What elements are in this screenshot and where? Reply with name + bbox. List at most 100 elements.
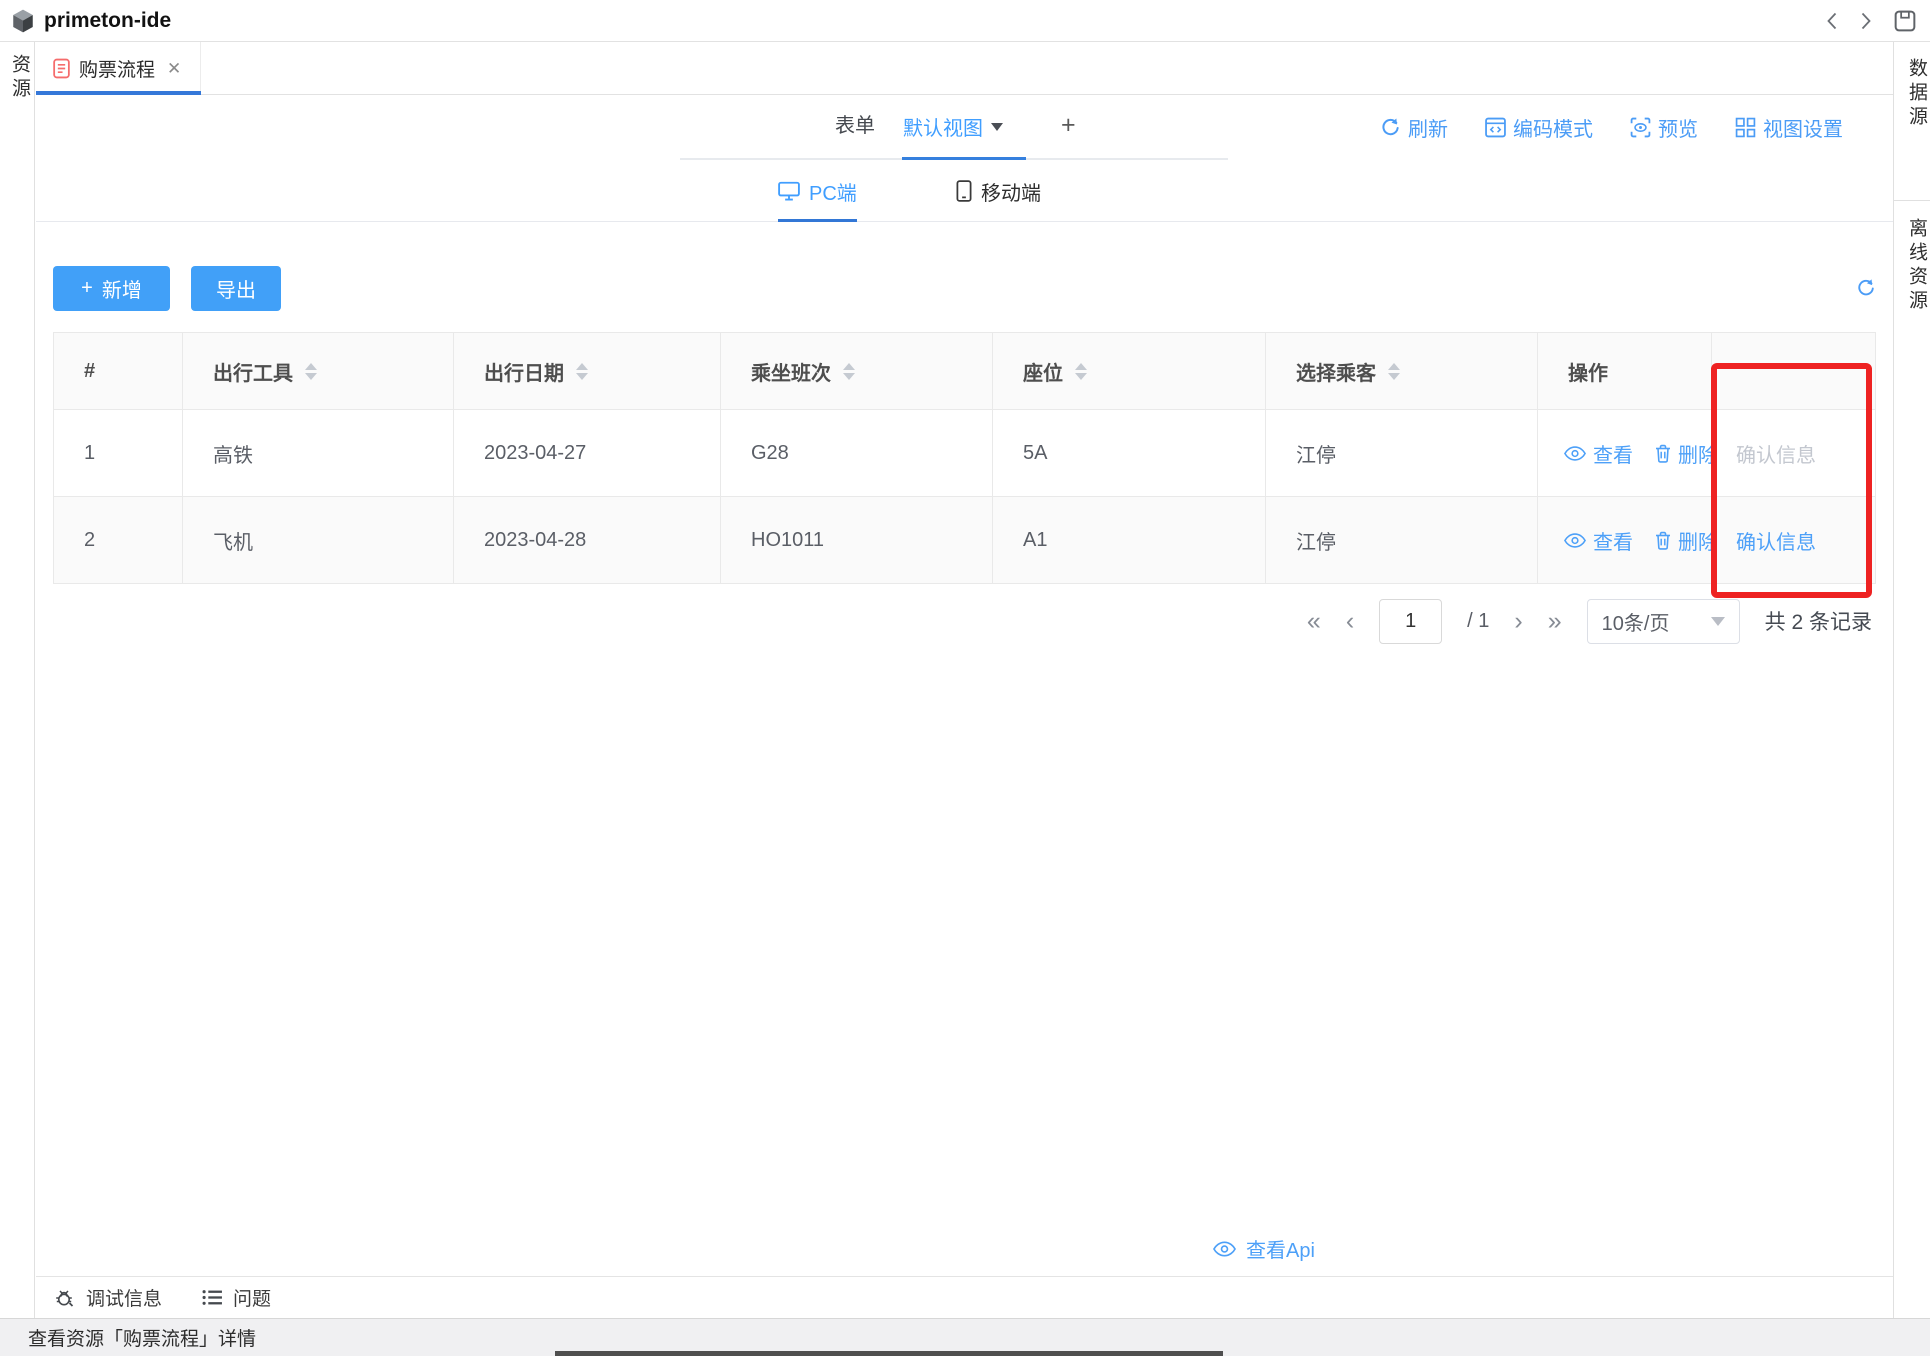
trash-icon xyxy=(1655,531,1671,550)
column-header-train-no[interactable]: 乘坐班次 xyxy=(721,333,993,410)
column-label: 出行工具 xyxy=(213,357,293,386)
export-button[interactable]: 导出 xyxy=(191,266,281,311)
view-link[interactable]: 查看 xyxy=(1564,439,1633,468)
confirm-info-link[interactable]: 确认信息 xyxy=(1736,526,1816,555)
table-row: 1 高铁 2023-04-27 G28 5A 江停 查看 xyxy=(54,410,1876,497)
preview-label: 预览 xyxy=(1658,113,1698,142)
first-page-icon[interactable]: « xyxy=(1307,598,1321,644)
problems-button[interactable]: 问题 xyxy=(202,1284,271,1311)
chevron-down-icon xyxy=(991,123,1003,131)
cell-train-no: G28 xyxy=(721,410,993,497)
primeton-logo-icon xyxy=(10,8,36,34)
tab-mobile-label: 移动端 xyxy=(981,177,1041,206)
monitor-icon xyxy=(778,181,800,201)
column-label: 出行日期 xyxy=(484,357,564,386)
refresh-button[interactable]: 刷新 xyxy=(1380,113,1448,142)
bottom-panel: 调试信息 问题 xyxy=(36,1276,1893,1318)
column-header-index: # xyxy=(54,333,183,410)
view-settings-button[interactable]: 视图设置 xyxy=(1735,113,1843,142)
problems-label: 问题 xyxy=(233,1284,271,1311)
code-mode-button[interactable]: 编码模式 xyxy=(1485,113,1593,142)
code-mode-icon xyxy=(1485,117,1506,138)
view-api-link[interactable]: 查看Api xyxy=(1213,1234,1315,1263)
add-view-button[interactable]: + xyxy=(1061,95,1076,158)
refresh-icon xyxy=(1856,278,1876,298)
view-api-label: 查看Api xyxy=(1246,1234,1315,1263)
column-header-tool[interactable]: 出行工具 xyxy=(183,333,454,410)
column-header-date[interactable]: 出行日期 xyxy=(454,333,721,410)
page-size-select[interactable]: 10条/页 xyxy=(1587,599,1740,644)
column-label: 乘坐班次 xyxy=(751,357,831,386)
nav-back-icon[interactable] xyxy=(1826,11,1838,31)
cell-seat: A1 xyxy=(993,497,1266,584)
tab-pc[interactable]: PC端 xyxy=(778,160,857,222)
page-input[interactable] xyxy=(1379,599,1442,644)
page-size-value: 10条/页 xyxy=(1602,607,1670,636)
cell-tool: 飞机 xyxy=(183,497,454,584)
active-device-underline xyxy=(778,219,857,222)
tab-mobile[interactable]: 移动端 xyxy=(956,160,1041,222)
save-icon[interactable] xyxy=(1894,10,1916,32)
view-toolbar: 刷新 编码模式 预览 xyxy=(1380,95,1843,160)
view-tabs: 表单 默认视图 + xyxy=(680,95,1228,160)
add-button-label: 新增 xyxy=(102,274,142,303)
trash-icon xyxy=(1655,444,1671,463)
tab-ticket-flow[interactable]: 购票流程 ✕ xyxy=(36,42,201,95)
cell-passenger: 江停 xyxy=(1266,497,1538,584)
cell-date: 2023-04-28 xyxy=(454,497,721,584)
export-button-label: 导出 xyxy=(216,274,256,303)
eye-icon xyxy=(1213,1241,1236,1257)
delete-link[interactable]: 删除 xyxy=(1655,439,1718,468)
code-mode-label: 编码模式 xyxy=(1513,113,1593,142)
column-header-operations: 操作 xyxy=(1538,333,1712,410)
column-header-confirm xyxy=(1712,333,1876,410)
preview-button[interactable]: 预览 xyxy=(1630,113,1698,142)
document-icon xyxy=(53,58,70,79)
nav-forward-icon[interactable] xyxy=(1860,11,1872,31)
sort-icon xyxy=(843,363,855,380)
close-icon[interactable]: ✕ xyxy=(167,59,181,79)
horizontal-scrollbar[interactable] xyxy=(555,1351,1223,1356)
right-rail: 数据源 离线资源 xyxy=(1893,42,1930,1318)
total-records: 共 2 条记录 xyxy=(1765,606,1872,636)
cell-index: 2 xyxy=(54,497,183,584)
column-label: # xyxy=(84,360,95,383)
table-row: 2 飞机 2023-04-28 HO1011 A1 江停 查看 xyxy=(54,497,1876,584)
records-table: # 出行工具 出行日期 乘坐班次 座位 选择乘客 xyxy=(53,332,1876,584)
tab-default-view[interactable]: 默认视图 xyxy=(903,95,1003,158)
tab-form[interactable]: 表单 xyxy=(835,95,875,158)
rail-item-offline-resources[interactable]: 离线资源 xyxy=(1903,218,1930,314)
column-header-passenger[interactable]: 选择乘客 xyxy=(1266,333,1538,410)
rail-item-datasource[interactable]: 数据源 xyxy=(1903,58,1930,130)
table-refresh-button[interactable] xyxy=(1856,278,1876,298)
sort-icon xyxy=(576,363,588,380)
add-button[interactable]: + 新增 xyxy=(53,266,170,311)
preview-icon xyxy=(1630,117,1651,138)
column-label: 操作 xyxy=(1568,357,1608,386)
refresh-icon xyxy=(1380,117,1401,138)
view-bar: 表单 默认视图 + 刷新 编码模式 xyxy=(36,95,1893,160)
cell-confirm: 确认信息 xyxy=(1712,410,1876,497)
eye-icon xyxy=(1564,446,1586,461)
prev-page-icon[interactable]: ‹ xyxy=(1346,598,1354,644)
pagination: « ‹ / 1 › » 10条/页 共 2 条记录 xyxy=(1307,598,1872,644)
refresh-label: 刷新 xyxy=(1408,113,1448,142)
debug-icon xyxy=(54,1287,76,1308)
view-link-label: 查看 xyxy=(1593,439,1633,468)
view-link[interactable]: 查看 xyxy=(1564,526,1633,555)
cell-operations: 查看 删除 xyxy=(1538,410,1712,497)
last-page-icon[interactable]: » xyxy=(1548,598,1562,644)
column-header-seat[interactable]: 座位 xyxy=(993,333,1266,410)
chevron-down-icon xyxy=(1711,617,1725,626)
sort-icon xyxy=(1075,363,1087,380)
view-settings-label: 视图设置 xyxy=(1763,113,1843,142)
cell-index: 1 xyxy=(54,410,183,497)
cell-date: 2023-04-27 xyxy=(454,410,721,497)
left-rail: 资源 xyxy=(0,42,35,1318)
debug-info-button[interactable]: 调试信息 xyxy=(54,1284,162,1311)
rail-item-resources[interactable]: 资源 xyxy=(6,54,33,102)
eye-icon xyxy=(1564,533,1586,548)
delete-link[interactable]: 删除 xyxy=(1655,526,1718,555)
app-title: primeton-ide xyxy=(44,9,171,33)
next-page-icon[interactable]: › xyxy=(1514,598,1522,644)
